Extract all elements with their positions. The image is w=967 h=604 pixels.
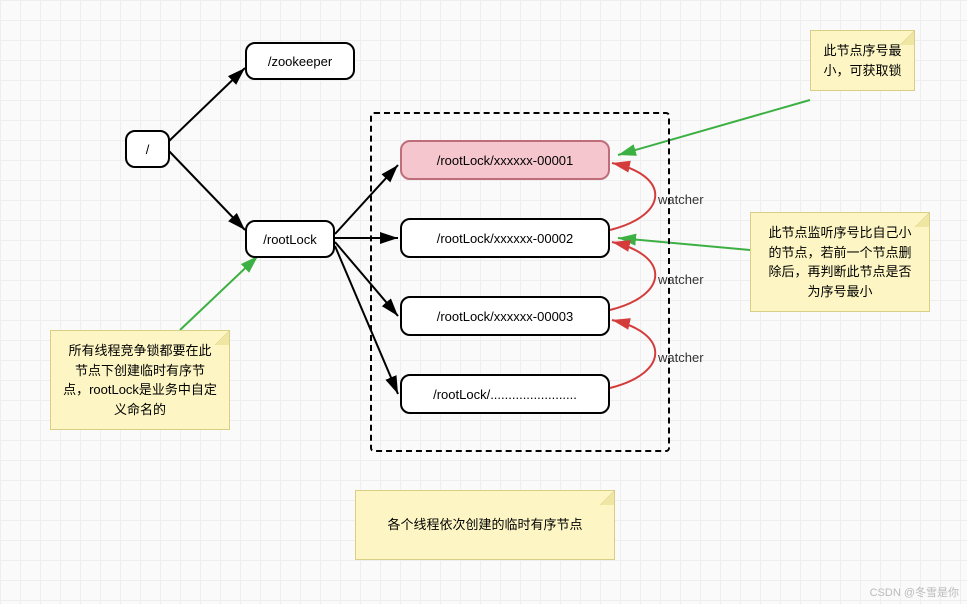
arrow-note-left	[180, 256, 258, 330]
edge-root-zookeeper	[168, 68, 245, 142]
node-rootlock: /rootLock	[245, 220, 335, 258]
label-watcher2: watcher	[658, 272, 704, 287]
note-right: 此节点监听序号比自己小的节点，若前一个节点删除后，再判断此节点是否为序号最小	[750, 212, 930, 312]
note-top-right: 此节点序号最小，可获取锁	[810, 30, 915, 91]
note-bottom: 各个线程依次创建的临时有序节点	[355, 490, 615, 560]
watermark: CSDN @冬雪是你	[870, 584, 959, 600]
node-root-label: /	[146, 142, 150, 157]
node-seq2: /rootLock/xxxxxx-00002	[400, 218, 610, 258]
node-zookeeper-label: /zookeeper	[268, 54, 332, 69]
node-root: /	[125, 130, 170, 168]
note-right-text: 此节点监听序号比自己小的节点，若前一个节点删除后，再判断此节点是否为序号最小	[768, 225, 911, 299]
node-seq1-label: /rootLock/xxxxxx-00001	[437, 153, 574, 168]
node-seq2-label: /rootLock/xxxxxx-00002	[437, 231, 574, 246]
node-seq4-label: /rootLock/........................	[433, 387, 577, 402]
node-zookeeper: /zookeeper	[245, 42, 355, 80]
note-left-text: 所有线程竞争锁都要在此节点下创建临时有序节点，rootLock是业务中自定义命名…	[63, 343, 217, 417]
label-watcher1: watcher	[658, 192, 704, 207]
node-seq3-label: /rootLock/xxxxxx-00003	[437, 309, 574, 324]
label-watcher3: watcher	[658, 350, 704, 365]
note-bottom-text: 各个线程依次创建的临时有序节点	[387, 515, 582, 535]
node-seq1: /rootLock/xxxxxx-00001	[400, 140, 610, 180]
node-rootlock-label: /rootLock	[263, 232, 316, 247]
node-seq4: /rootLock/........................	[400, 374, 610, 414]
note-top-right-text: 此节点序号最小，可获取锁	[823, 43, 901, 78]
note-left: 所有线程竞争锁都要在此节点下创建临时有序节点，rootLock是业务中自定义命名…	[50, 330, 230, 430]
edge-root-rootlock	[168, 150, 245, 230]
node-seq3: /rootLock/xxxxxx-00003	[400, 296, 610, 336]
